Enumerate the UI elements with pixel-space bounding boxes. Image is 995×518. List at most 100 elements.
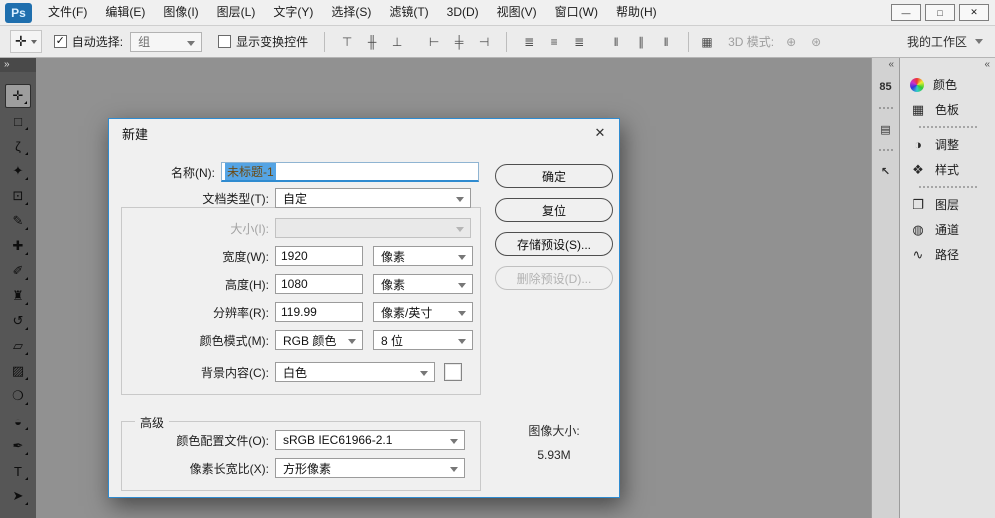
distribute-left-edges-icon[interactable]: ‖ <box>607 32 625 52</box>
width-input[interactable] <box>275 246 363 266</box>
maximize-button[interactable]: □ <box>925 4 955 21</box>
tool-path-selection[interactable]: ➤ <box>5 484 31 508</box>
tool-spot-healing-brush[interactable]: ✚ <box>5 234 31 258</box>
height-input[interactable] <box>275 274 363 294</box>
align-icon-group: ⊤ ╫ ⊥ ⊢ ╪ ⊣ <box>338 32 493 52</box>
tool-dodge[interactable]: ◒ <box>5 409 31 433</box>
history-panel-icon[interactable]: ↖ <box>875 160 897 182</box>
tool-history-brush[interactable]: ↺ <box>5 309 31 333</box>
tool-eyedropper[interactable]: ✎ <box>5 209 31 233</box>
auto-select-target-select[interactable]: 组 <box>130 31 203 52</box>
color-profile-select[interactable]: sRGB IEC61966-2.1 <box>275 430 465 450</box>
background-contents-select[interactable]: 白色 <box>275 362 435 382</box>
options-separator <box>324 31 326 52</box>
resolution-input[interactable] <box>275 302 363 322</box>
auto-align-layers-icon[interactable]: ▦ <box>698 32 716 52</box>
minimize-button[interactable]: — <box>891 4 921 21</box>
tool-glyph: ✒ <box>12 438 24 453</box>
close-button[interactable]: ✕ <box>959 4 989 21</box>
align-vertical-centers-icon[interactable]: ╫ <box>363 32 381 52</box>
tool-glyph: ▱ <box>13 338 23 353</box>
bit-depth-value: 8 位 <box>381 333 404 348</box>
auto-select-label: 自动选择: <box>71 35 124 49</box>
menu-item[interactable]: 文字(Y) <box>264 0 322 25</box>
3d-roll-icon[interactable]: ⊛ <box>807 32 825 52</box>
tool-glyph: ❍ <box>12 388 24 403</box>
info-panel-icon[interactable]: 85 <box>875 76 897 98</box>
panel-tab-paths[interactable]: ∿ 路径 <box>900 242 995 267</box>
panel-tab-adjustments[interactable]: ◑ 调整 <box>900 132 995 157</box>
tool-type[interactable]: T <box>5 459 31 483</box>
align-right-edges-icon[interactable]: ⊣ <box>475 32 493 52</box>
tool-blur[interactable]: ❍ <box>5 384 31 408</box>
panel-tab-color[interactable]: 颜色 <box>900 72 995 97</box>
align-left-edges-icon[interactable]: ⊢ <box>425 32 443 52</box>
menu-item[interactable]: 文件(F) <box>39 0 96 25</box>
ok-button[interactable]: 确定 <box>495 164 613 188</box>
collapse-strip-button[interactable]: « <box>872 58 899 72</box>
menu-item[interactable]: 图像(I) <box>154 0 207 25</box>
menu-item[interactable]: 选择(S) <box>322 0 380 25</box>
align-horizontal-centers-icon[interactable]: ╪ <box>450 32 468 52</box>
width-unit-select[interactable]: 像素 <box>373 246 473 266</box>
menu-item[interactable]: 编辑(E) <box>96 0 154 25</box>
menu-item[interactable]: 帮助(H) <box>607 0 666 25</box>
panel-tab-styles[interactable]: ❖ 样式 <box>900 157 995 182</box>
panel-group-divider <box>918 186 977 188</box>
panel-tab-channels[interactable]: ◍ 通道 <box>900 217 995 242</box>
bit-depth-select[interactable]: 8 位 <box>373 330 473 350</box>
align-top-edges-icon[interactable]: ⊤ <box>338 32 356 52</box>
tool-pen[interactable]: ✒ <box>5 434 31 458</box>
document-type-select[interactable]: 自定 <box>275 188 471 208</box>
collapse-dock-button[interactable]: « <box>900 58 995 72</box>
3d-rotate-icon[interactable]: ⊕ <box>782 32 800 52</box>
paths-icon: ∿ <box>912 246 924 262</box>
auto-select-checkbox[interactable] <box>53 35 67 48</box>
distribute-right-edges-icon[interactable]: ‖ <box>657 32 675 52</box>
tool-rectangular-marquee[interactable]: □ <box>5 109 31 133</box>
tool-brush[interactable]: ✐ <box>5 259 31 283</box>
name-input[interactable]: 未标题-1 <box>221 162 479 182</box>
color-mode-select[interactable]: RGB 颜色 <box>275 330 363 350</box>
swatches-icon: ▦ <box>911 101 925 117</box>
workspace-select[interactable]: 我的工作区 <box>899 31 989 53</box>
menu-item[interactable]: 窗口(W) <box>546 0 607 25</box>
panel-tab-swatches[interactable]: ▦ 色板 <box>900 97 995 122</box>
tools-panel: » ✛ □ ζ ✦ ⊡ ✎ ✚ ✐ ♜ ↺ ▱ ▨ ❍ ◒ ✒ T ➤ <box>0 58 36 518</box>
tool-move[interactable]: ✛ <box>5 84 31 108</box>
size-row: 大小(I): <box>119 217 471 239</box>
reset-button[interactable]: 复位 <box>495 198 613 222</box>
distribute-vertical-centers-icon[interactable]: ≡ <box>545 32 563 52</box>
align-bottom-edges-icon[interactable]: ⊥ <box>388 32 406 52</box>
dialog-title: 新建 <box>122 126 149 142</box>
dialog-close-icon[interactable]: ✕ <box>592 125 608 141</box>
menu-item[interactable]: 滤镜(T) <box>380 0 437 25</box>
show-transform-checkbox[interactable] <box>218 35 232 48</box>
save-preset-button[interactable]: 存储预设(S)... <box>495 232 613 256</box>
document-type-value: 自定 <box>283 191 308 206</box>
height-unit-select[interactable]: 像素 <box>373 274 473 294</box>
pixel-aspect-row: 像素长宽比(X): 方形像素 <box>119 457 465 479</box>
tool-crop[interactable]: ⊡ <box>5 184 31 208</box>
distribute-icon-group: ≣ ≡ ≣ ‖ ∥ ‖ <box>520 32 675 52</box>
current-tool-button[interactable]: ✛ <box>10 30 42 53</box>
tool-clone-stamp[interactable]: ♜ <box>5 284 31 308</box>
distribute-top-edges-icon[interactable]: ≣ <box>520 32 538 52</box>
resolution-unit-select[interactable]: 像素/英寸 <box>373 302 473 322</box>
panel-tab-layers[interactable]: ❐ 图层 <box>900 192 995 217</box>
menu-item[interactable]: 视图(V) <box>488 0 546 25</box>
menu-item[interactable]: 3D(D) <box>438 0 488 25</box>
tool-lasso[interactable]: ζ <box>5 134 31 158</box>
tool-gradient[interactable]: ▨ <box>5 359 31 383</box>
background-color-swatch[interactable] <box>444 363 462 381</box>
tool-quick-selection[interactable]: ✦ <box>5 159 31 183</box>
distribute-horizontal-centers-icon[interactable]: ∥ <box>632 32 650 52</box>
photoshop-app: Ps 文件(F) 编辑(E) 图像(I) 图层(L) 文字(Y) 选择(S) 滤镜(T) 3D… <box>0 0 995 518</box>
tool-eraser[interactable]: ▱ <box>5 334 31 358</box>
color-profile-label: 颜色配置文件(O): <box>176 433 269 448</box>
histogram-panel-icon[interactable]: ▤ <box>875 118 897 140</box>
menu-item[interactable]: 图层(L) <box>208 0 265 25</box>
distribute-bottom-edges-icon[interactable]: ≣ <box>570 32 588 52</box>
pixel-aspect-select[interactable]: 方形像素 <box>275 458 465 478</box>
toolbar-expand-button[interactable]: » <box>0 58 36 72</box>
